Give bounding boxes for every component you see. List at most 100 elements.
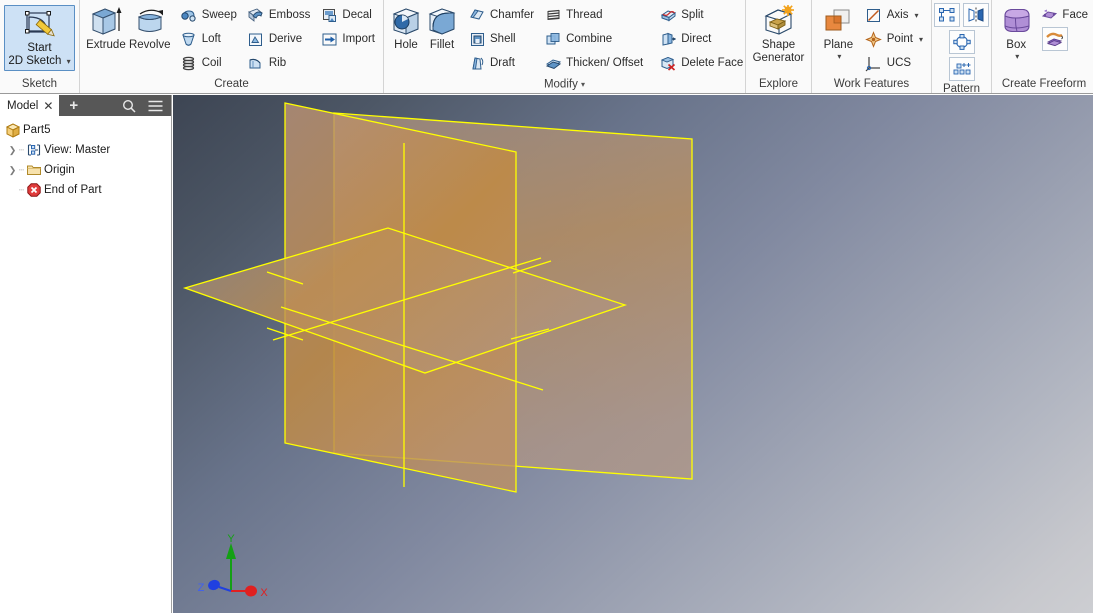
panel-title-modify-text: Modify <box>544 79 578 91</box>
expander-icon[interactable]: ❯ <box>7 165 18 176</box>
emboss-button[interactable]: Emboss <box>245 3 315 27</box>
split-label: Split <box>681 9 703 21</box>
revolve-button[interactable]: Revolve <box>128 2 172 51</box>
rectangular-pattern-icon[interactable] <box>934 3 960 27</box>
ribbon-panel-create-freeform: Box ▾ Face <box>992 0 1093 93</box>
decal-button[interactable]: Decal <box>318 3 379 27</box>
combine-label: Combine <box>566 33 612 45</box>
tree-connector: ┄ <box>18 165 25 176</box>
point-chevron-down-icon[interactable]: ▾ <box>919 35 923 44</box>
panel-title-create-freeform: Create Freeform <box>992 76 1093 93</box>
freeform-face-button[interactable]: Face <box>1038 3 1092 27</box>
plane-chevron-down-icon[interactable]: ▾ <box>837 51 841 63</box>
tree-item-part-label: Part5 <box>23 124 51 136</box>
fillet-label: Fillet <box>430 39 454 51</box>
start-2d-sketch-label-2: 2D Sketch <box>8 55 61 67</box>
freeform-box-button[interactable]: Box ▾ <box>996 2 1036 63</box>
folder-icon <box>25 162 42 179</box>
tree-item-origin[interactable]: ❯ ┄ Origin <box>4 160 171 180</box>
tree-item-part[interactable]: Part5 <box>4 120 171 140</box>
hole-label: Hole <box>394 39 418 51</box>
shell-icon <box>468 30 486 48</box>
start-2d-sketch-button[interactable]: Start 2D Sketch ▾ <box>4 5 75 71</box>
panel-expand-chevron-icon[interactable]: ▾ <box>581 80 585 89</box>
delete-face-icon <box>659 54 677 72</box>
circular-pattern-icon[interactable] <box>949 30 975 54</box>
axis-button[interactable]: Axis ▾ <box>863 3 927 27</box>
loft-button[interactable]: Loft <box>178 27 241 51</box>
direct-button[interactable]: Direct <box>657 27 747 51</box>
emboss-icon <box>247 6 265 24</box>
ribbon-panel-sketch: Start 2D Sketch ▾ Sketch <box>0 0 80 93</box>
point-button[interactable]: Point ▾ <box>863 27 927 51</box>
sweep-label: Sweep <box>202 9 237 21</box>
rib-button[interactable]: Rib <box>245 51 315 75</box>
sketch-driven-pattern-icon[interactable] <box>949 57 975 81</box>
draft-button[interactable]: Draft <box>466 51 538 75</box>
import-icon <box>320 30 338 48</box>
expander-icon[interactable]: ❯ <box>7 145 18 156</box>
ucs-button[interactable]: UCS <box>863 51 927 75</box>
plus-icon[interactable]: + <box>69 97 78 114</box>
thicken-offset-label: Thicken/ Offset <box>566 57 643 69</box>
extrude-button[interactable]: Extrude <box>84 2 128 51</box>
hole-button[interactable]: Hole <box>388 2 424 51</box>
hamburger-menu-icon[interactable] <box>148 100 163 112</box>
point-label: Point <box>887 33 913 45</box>
freeform-box-icon <box>999 4 1033 38</box>
ribbon-panel-explore: Shape Generator Explore <box>746 0 812 93</box>
triad-label-z: Z <box>198 582 205 594</box>
derive-label: Derive <box>269 33 302 45</box>
axis-chevron-down-icon[interactable]: ▾ <box>915 11 919 20</box>
coil-label: Coil <box>202 57 222 69</box>
ucs-icon <box>865 54 883 72</box>
tree-item-origin-label: Origin <box>44 164 75 176</box>
chamfer-button[interactable]: Chamfer <box>466 3 538 27</box>
tree-item-end-of-part[interactable]: ┄ End of Part <box>4 180 171 200</box>
thicken-offset-button[interactable]: Thicken/ Offset <box>542 51 647 75</box>
plane-icon <box>821 4 855 38</box>
freeform-box-chevron-down-icon[interactable]: ▾ <box>1015 51 1019 63</box>
coil-button[interactable]: Coil <box>178 51 241 75</box>
ribbon: Start 2D Sketch ▾ Sketch <box>0 0 1093 94</box>
triad-label-x: X <box>260 587 268 599</box>
3d-graphics-window[interactable]: Y X Z <box>173 95 1093 613</box>
tree-item-view-master[interactable]: ❯ ┄ View: Master <box>4 140 171 160</box>
split-icon <box>659 6 677 24</box>
loft-icon <box>180 30 198 48</box>
tab-model[interactable]: Model ✕ <box>0 95 59 116</box>
shape-generator-button[interactable]: Shape Generator <box>750 2 807 64</box>
draft-icon <box>468 54 486 72</box>
rib-label: Rib <box>269 57 286 69</box>
split-button[interactable]: Split <box>657 3 747 27</box>
combine-button[interactable]: Combine <box>542 27 647 51</box>
search-icon[interactable] <box>122 99 136 113</box>
derive-icon <box>247 30 265 48</box>
shell-button[interactable]: Shell <box>466 27 538 51</box>
import-button[interactable]: Import <box>318 27 379 51</box>
axis-label: Axis <box>887 9 909 21</box>
close-icon[interactable]: ✕ <box>43 100 53 112</box>
delete-face-button[interactable]: Delete Face <box>657 51 747 75</box>
derive-button[interactable]: Derive <box>245 27 315 51</box>
sweep-button[interactable]: Sweep <box>178 3 241 27</box>
draft-label: Draft <box>490 57 515 69</box>
triad-label-y: Y <box>227 533 235 545</box>
plane-button[interactable]: Plane ▾ <box>816 2 861 63</box>
coordinate-triad[interactable]: Y X Z <box>195 533 275 603</box>
mirror-icon[interactable] <box>963 3 989 27</box>
delete-face-label: Delete Face <box>681 57 743 69</box>
fillet-button[interactable]: Fillet <box>424 2 460 51</box>
extrude-icon <box>89 4 123 38</box>
decal-label: Decal <box>342 9 371 21</box>
tab-model-label: Model <box>7 100 38 112</box>
ribbon-panel-modify: Hole Fillet <box>384 0 746 93</box>
coil-icon <box>180 54 198 72</box>
view-master-icon <box>25 142 42 159</box>
tree-item-end-of-part-label: End of Part <box>44 184 102 196</box>
chevron-down-icon[interactable]: ▾ <box>67 57 71 66</box>
work-planes-scene <box>173 95 1093 613</box>
thread-button[interactable]: Thread <box>542 3 647 27</box>
freeform-surface-button[interactable] <box>1038 27 1092 51</box>
shape-generator-label-2: Generator <box>753 52 805 64</box>
